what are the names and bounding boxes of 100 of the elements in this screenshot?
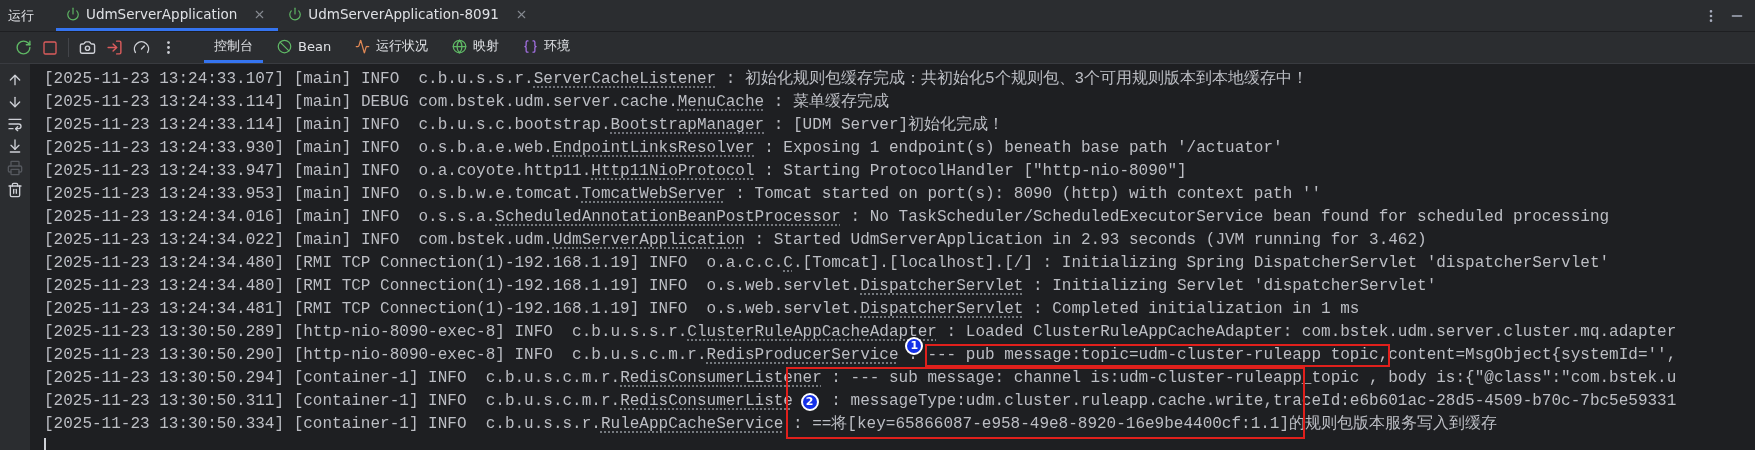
log-timestamp: [2025-11-23 13:24:34.016] (44, 208, 285, 226)
logger-package: c.b.u.s.s.r. (572, 323, 688, 341)
log-level: INFO (428, 391, 468, 412)
log-thread: [RMI TCP Connection(1)-192.168.1.19] (293, 300, 640, 318)
log-thread: [RMI TCP Connection(1)-192.168.1.19] (293, 277, 640, 295)
log-message: : Starting ProtocolHandler ["http-nio-8090"] (763, 162, 1187, 180)
log-level: DEBUG (360, 92, 409, 113)
logger-package: o.s.web.servlet. (706, 277, 861, 295)
globe-icon (452, 38, 468, 54)
log-timestamp: [2025-11-23 13:30:50.294] (44, 369, 285, 387)
log-level: INFO (648, 299, 689, 320)
scroll-end-icon[interactable] (7, 138, 23, 154)
trash-icon[interactable] (7, 182, 23, 198)
log-thread: [main] (293, 139, 352, 157)
log-message: : Initializing Servlet 'dispatcherServlet' (1032, 277, 1437, 295)
view-tab[interactable]: Bean (267, 32, 342, 63)
log-timestamp: [2025-11-23 13:30:50.311] (44, 392, 285, 410)
run-tab[interactable]: UdmServerApplication-8091 (278, 0, 540, 31)
view-tab[interactable]: 运行状况 (345, 32, 439, 63)
log-timestamp: [2025-11-23 13:24:34.480] (44, 254, 285, 272)
logger-package: o.a.c.c. (706, 254, 784, 272)
logger-class-link[interactable]: ScheduledAnnotationBeanPostProcessor (495, 208, 841, 226)
logger-package: o.a.coyote.http11. (418, 162, 592, 180)
logger-package: o.s.s.a. (418, 208, 496, 226)
log-level: INFO (360, 69, 401, 90)
view-tab[interactable]: 映射 (442, 32, 510, 63)
log-timestamp: [2025-11-23 13:30:50.334] (44, 415, 285, 433)
log-level: INFO (360, 138, 401, 159)
log-timestamp: [2025-11-23 13:24:33.930] (44, 139, 285, 157)
logger-package: c.b.u.s.c.m.r. (485, 369, 621, 387)
log-thread: [container-1] (293, 369, 419, 387)
log-message: : Exposing 1 endpoint(s) beneath base path '/actuator' (763, 139, 1283, 157)
log-level: INFO (648, 276, 689, 297)
logger-class-link[interactable]: Http11NioProtocol (591, 162, 755, 180)
log-thread: [http-nio-8090-exec-8] (293, 323, 505, 341)
log-message: : Completed initialization in 1 ms (1032, 300, 1360, 318)
log-level: INFO (428, 414, 468, 435)
logger-package: c.b.u.s.c.bootstrap. (418, 116, 611, 134)
log-level: INFO (360, 115, 401, 136)
log-thread: [container-1] (293, 392, 419, 410)
log-timestamp: [2025-11-23 13:24:33.947] (44, 162, 285, 180)
log-timestamp: [2025-11-23 13:30:50.289] (44, 323, 285, 341)
annotation-number: 2 (800, 393, 819, 411)
logger-package: c.b.u.s.c.m.r. (572, 346, 707, 364)
log-message: : 初始化规则包缓存完成：共初始化5个规则包、3个可用规则版本到本地缓存中！ (724, 70, 1309, 88)
log-thread: [main] (293, 185, 352, 203)
log-thread: [main] (293, 70, 352, 88)
view-tab[interactable]: 环境 (513, 32, 581, 63)
logger-class-link[interactable]: RedisProducerService (706, 346, 899, 364)
log-message: .[Tomcat].[localhost].[/] : Initializing Spring DispatcherServlet 'dispatcherServlet' (792, 254, 1610, 272)
logger-class-link[interactable]: UdmServerApplication (552, 231, 745, 249)
log-thread: [main] (293, 116, 352, 134)
panel-title: 运行 (8, 6, 35, 25)
log-thread: [main] (293, 208, 352, 226)
ban-icon (277, 38, 292, 54)
logger-package: c.b.u.s.c.m.r. (485, 392, 621, 410)
log-level: INFO (648, 253, 689, 274)
log-message: : [UDM Server]初始化完成！ (772, 116, 1005, 134)
log-thread: [main] (293, 93, 352, 111)
view-tab[interactable]: 控制台 (204, 32, 263, 63)
logger-class-link[interactable]: BootstrapManager (610, 116, 765, 134)
log-timestamp: [2025-11-23 13:24:33.953] (44, 185, 285, 203)
log-level: INFO (360, 161, 401, 182)
log-message: : Tomcat started on port(s): 8090 (http) with context path '' (734, 185, 1322, 203)
logger-package: o.s.b.w.e.tomcat. (418, 185, 582, 203)
logger-class-link[interactable]: DispatcherServlet (860, 300, 1024, 318)
log-level: INFO (428, 368, 468, 389)
up-icon[interactable] (7, 72, 23, 88)
log-timestamp: [2025-11-23 13:24:33.114] (44, 116, 285, 134)
logger-class-link[interactable]: DispatcherServlet (860, 277, 1024, 295)
logger-class-link[interactable]: C (783, 254, 793, 272)
log-level: INFO (514, 322, 554, 343)
logger-class-link[interactable]: TomcatWebServer (581, 185, 726, 203)
log-level: INFO (360, 184, 401, 205)
log-message: : Started UdmServerApplication in 2.93 seconds (JVM running for 3.462) (753, 231, 1427, 249)
logger-package: o.s.web.servlet. (706, 300, 861, 318)
log-thread: [main] (293, 162, 352, 180)
logger-package: o.s.b.a.e.web. (418, 139, 553, 157)
wrap-icon[interactable] (7, 116, 23, 132)
log-thread: [http-nio-8090-exec-8] (293, 346, 505, 364)
log-message: : 菜单缓存完成 (772, 93, 889, 111)
log-timestamp: [2025-11-23 13:24:34.480] (44, 277, 285, 295)
log-message: : No TaskScheduler/ScheduledExecutorService bean found for scheduled processing (849, 208, 1610, 226)
braces-icon (523, 38, 539, 54)
log-timestamp: [2025-11-23 13:24:34.481] (44, 300, 285, 318)
log-thread: [main] (293, 231, 352, 249)
log-level: INFO (514, 345, 554, 366)
log-thread: [container-1] (293, 415, 419, 433)
logger-class-link[interactable]: ServerCacheListener (533, 70, 717, 88)
down-icon[interactable] (7, 94, 23, 110)
logger-package: com.bstek.udm.server.cache. (418, 93, 678, 111)
log-level: INFO (360, 207, 401, 228)
logger-package: c.b.u.s.s.r. (485, 415, 601, 433)
power-icon (288, 7, 303, 21)
logger-package: c.b.u.s.s.r. (418, 70, 534, 88)
logger-class-link[interactable]: RuleAppCacheService (600, 415, 784, 433)
log-level: INFO (360, 230, 401, 251)
log-message: : Loaded ClusterRuleAppCacheAdapter: com.bstek.udm.server.cluster.mq.adapter (945, 323, 1677, 341)
logger-class-link[interactable]: MenuCache (677, 93, 765, 111)
logger-class-link[interactable]: EndpointLinksResolver (552, 139, 755, 157)
